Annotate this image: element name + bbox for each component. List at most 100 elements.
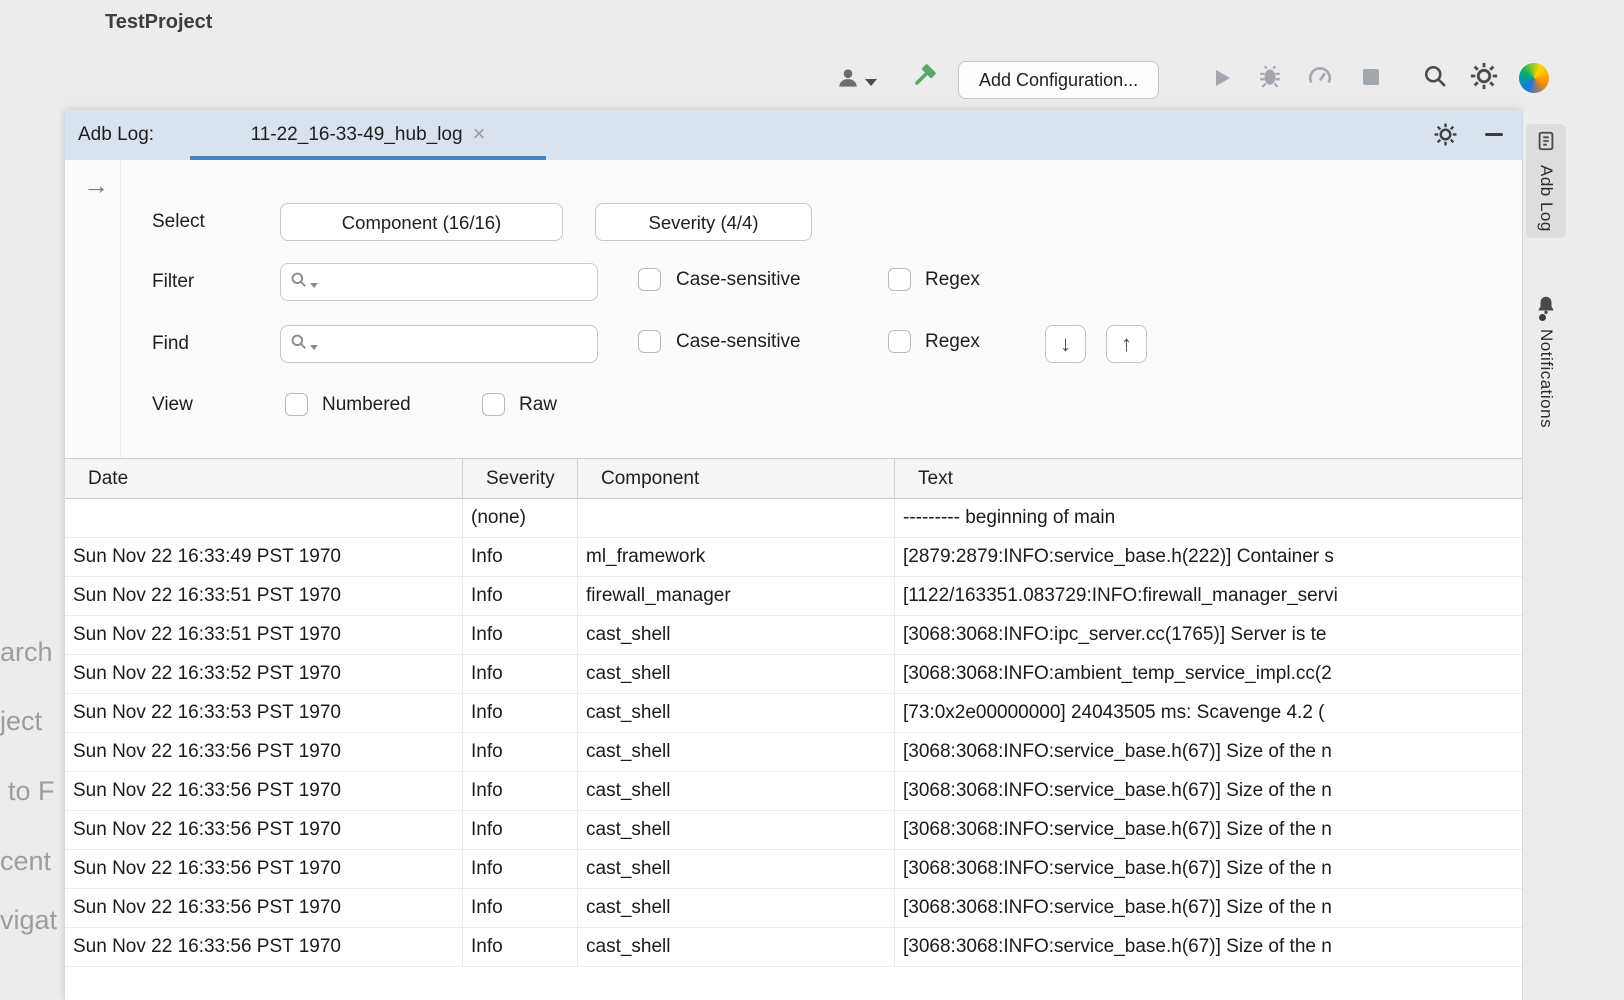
add-configuration-button[interactable]: Add Configuration...: [958, 61, 1159, 99]
log-cell-date: Sun Nov 22 16:33:56 PST 1970: [65, 889, 463, 928]
log-row[interactable]: Sun Nov 22 16:33:56 PST 1970Infocast_she…: [65, 733, 1522, 772]
find-input[interactable]: [322, 333, 589, 356]
gear-icon: [1469, 61, 1499, 96]
log-cell-component: cast_shell: [578, 655, 895, 694]
log-file-tab-label: 11-22_16-33-49_hub_log: [251, 124, 463, 145]
collapse-arrow-icon[interactable]: →: [83, 170, 109, 201]
component-filter-button[interactable]: Component (16/16): [280, 203, 563, 241]
build-button[interactable]: [908, 62, 940, 94]
select-label: Select: [152, 207, 205, 237]
log-cell-text: [1122/163351.083729:INFO:firewall_manage…: [895, 577, 1522, 616]
log-row[interactable]: Sun Nov 22 16:33:51 PST 1970Infofirewall…: [65, 577, 1522, 616]
filter-input-field[interactable]: [280, 263, 598, 301]
find-regex-label: Regex: [925, 327, 980, 357]
user-icon: [835, 65, 861, 96]
log-cell-text: [73:0x2e00000000] 24043505 ms: Scavenge …: [895, 694, 1522, 733]
log-cell-severity: Info: [463, 928, 578, 967]
severity-filter-button[interactable]: Severity (4/4): [595, 203, 812, 241]
find-regex-checkbox[interactable]: [888, 330, 911, 353]
view-numbered-checkbox[interactable]: [285, 393, 308, 416]
right-tool-strip: Adb Log Notifications: [1522, 110, 1568, 1000]
filter-regex-label: Regex: [925, 265, 980, 295]
log-cell-date: Sun Nov 22 16:33:49 PST 1970: [65, 538, 463, 577]
notification-badge-dot: [1539, 314, 1546, 321]
column-header-date[interactable]: Date: [65, 459, 463, 498]
find-previous-button[interactable]: ↑: [1106, 325, 1147, 363]
log-cell-component: cast_shell: [578, 928, 895, 967]
titlebar: TestProject Add Configuration...: [0, 0, 1624, 110]
panel-minimize-button[interactable]: [1485, 133, 1503, 136]
log-cell-text: [3068:3068:INFO:service_base.h(67)] Size…: [895, 889, 1522, 928]
view-raw-checkbox[interactable]: [482, 393, 505, 416]
log-cell-text: [3068:3068:INFO:service_base.h(67)] Size…: [895, 850, 1522, 889]
window-title: TestProject: [105, 11, 212, 34]
log-row[interactable]: Sun Nov 22 16:33:56 PST 1970Infocast_she…: [65, 928, 1522, 967]
filter-case-sensitive-checkbox[interactable]: [638, 268, 661, 291]
filter-input[interactable]: [322, 271, 589, 294]
tool-tab-adb-log[interactable]: Adb Log: [1526, 124, 1566, 238]
settings-button[interactable]: [1468, 62, 1500, 94]
search-icon: [289, 332, 308, 356]
log-cell-severity: Info: [463, 889, 578, 928]
debug-button[interactable]: [1256, 64, 1284, 92]
filter-label: Filter: [152, 267, 194, 297]
log-row[interactable]: Sun Nov 22 16:33:49 PST 1970Infoml_frame…: [65, 538, 1522, 577]
stop-square-icon: [1361, 67, 1381, 92]
log-row[interactable]: Sun Nov 22 16:33:56 PST 1970Infocast_she…: [65, 772, 1522, 811]
log-cell-component: cast_shell: [578, 850, 895, 889]
log-cell-severity: Info: [463, 733, 578, 772]
log-cell-severity: Info: [463, 694, 578, 733]
log-row[interactable]: Sun Nov 22 16:33:56 PST 1970Infocast_she…: [65, 850, 1522, 889]
filter-regex-checkbox[interactable]: [888, 268, 911, 291]
bell-icon: [1535, 294, 1557, 321]
log-cell-text: [3068:3068:INFO:service_base.h(67)] Size…: [895, 811, 1522, 850]
gradient-sphere-icon: [1519, 63, 1549, 93]
log-row[interactable]: Sun Nov 22 16:33:52 PST 1970Infocast_she…: [65, 655, 1522, 694]
log-cell-severity: Info: [463, 772, 578, 811]
log-file-tab[interactable]: 11-22_16-33-49_hub_log ×: [190, 110, 546, 160]
panel-title: Adb Log:: [78, 110, 154, 160]
chevron-down-icon[interactable]: [310, 283, 318, 288]
bg-hint-fragment: ject: [0, 706, 42, 737]
close-icon[interactable]: ×: [473, 121, 486, 146]
adb-log-panel: Adb Log: 11-22_16-33-49_hub_log × →: [65, 110, 1522, 1000]
profiler-button[interactable]: [1306, 64, 1334, 92]
find-input-field[interactable]: [280, 325, 598, 363]
log-cell-text: [3068:3068:INFO:service_base.h(67)] Size…: [895, 733, 1522, 772]
search-icon: [1421, 62, 1449, 95]
tool-tab-notifications[interactable]: Notifications: [1526, 288, 1566, 434]
find-next-button[interactable]: ↓: [1045, 325, 1086, 363]
log-cell-date: Sun Nov 22 16:33:51 PST 1970: [65, 616, 463, 655]
log-cell-date: Sun Nov 22 16:33:56 PST 1970: [65, 733, 463, 772]
build-hammer-icon: [909, 61, 939, 96]
ide-window: arch ject to F cent vigat TestProject Ad…: [0, 0, 1624, 1000]
chevron-down-icon[interactable]: [310, 345, 318, 350]
stop-button[interactable]: [1360, 68, 1382, 90]
log-row[interactable]: Sun Nov 22 16:33:51 PST 1970Infocast_she…: [65, 616, 1522, 655]
log-row[interactable]: Sun Nov 22 16:33:56 PST 1970Infocast_she…: [65, 811, 1522, 850]
find-case-sensitive-checkbox[interactable]: [638, 330, 661, 353]
log-cell-date: [65, 499, 463, 538]
user-profile-button[interactable]: [833, 66, 879, 94]
bg-hint-fragment: vigat: [0, 905, 57, 936]
log-table-header: Date Severity Component Text: [65, 459, 1522, 499]
log-row[interactable]: (none)--------- beginning of main: [65, 499, 1522, 538]
log-cell-text: [3068:3068:INFO:service_base.h(67)] Size…: [895, 772, 1522, 811]
log-row[interactable]: Sun Nov 22 16:33:56 PST 1970Infocast_she…: [65, 889, 1522, 928]
tool-tab-label: Adb Log: [1536, 165, 1556, 232]
log-cell-date: Sun Nov 22 16:33:53 PST 1970: [65, 694, 463, 733]
log-cell-severity: Info: [463, 850, 578, 889]
panel-settings-button[interactable]: [1433, 122, 1459, 148]
column-header-text[interactable]: Text: [895, 459, 1522, 498]
search-everywhere-button[interactable]: [1420, 63, 1450, 93]
run-icon: [1210, 66, 1234, 95]
log-cell-component: firewall_manager: [578, 577, 895, 616]
log-cell-component: cast_shell: [578, 811, 895, 850]
log-cell-component: cast_shell: [578, 889, 895, 928]
column-header-severity[interactable]: Severity: [463, 459, 578, 498]
log-row[interactable]: Sun Nov 22 16:33:53 PST 1970Infocast_she…: [65, 694, 1522, 733]
assistant-button[interactable]: [1518, 62, 1550, 94]
run-button[interactable]: [1208, 66, 1236, 94]
bg-hint-fragment: arch: [0, 637, 53, 668]
column-header-component[interactable]: Component: [578, 459, 895, 498]
